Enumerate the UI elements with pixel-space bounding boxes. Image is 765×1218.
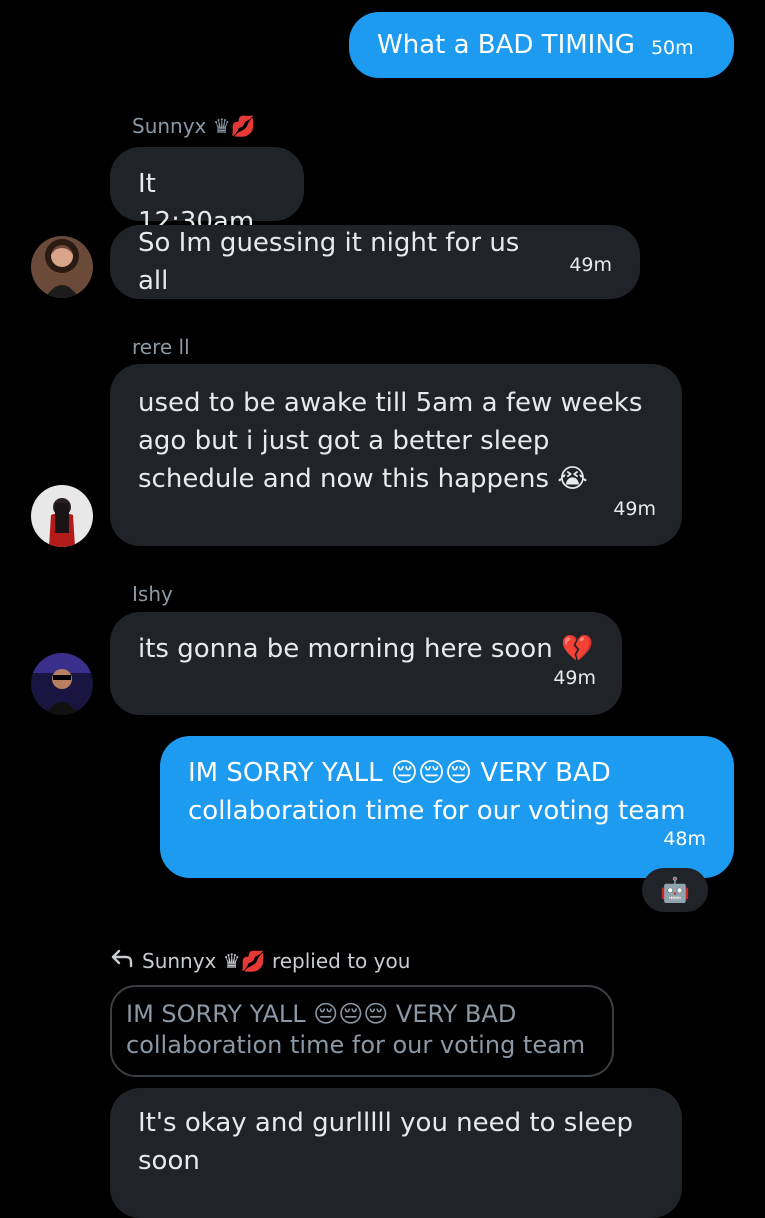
sender-name-rere[interactable]: rere ll <box>132 335 190 359</box>
crying-face-emoji: 😭 <box>557 464 588 494</box>
quote-line: collaboration time for our voting team <box>126 1031 586 1059</box>
message-line: schedule and now this happens <box>138 464 550 494</box>
received-message-guessing[interactable]: So Im guessing it night for us all 49m <box>110 225 640 299</box>
message-text: What a BAD TIMING <box>377 30 635 60</box>
quoted-message[interactable]: IM SORRY YALL 😔😔😔 VERY BAD collaboration… <box>110 985 614 1077</box>
reply-arrow-icon <box>110 948 134 973</box>
received-message-morning[interactable]: its gonna be morning here soon 💔 49m <box>110 612 622 715</box>
reaction-badge[interactable]: 🤖 <box>642 868 708 912</box>
message-line: ago but i just got a better sleep <box>138 426 550 456</box>
sender-name-sunnyx[interactable]: Sunnyx ♛💋 <box>132 114 256 138</box>
message-time: 50m <box>650 37 694 59</box>
reply-header-text: Sunnyx ♛💋 replied to you <box>142 948 411 973</box>
received-message-sleep-schedule[interactable]: used to be awake till 5am a few weeks ag… <box>110 364 682 546</box>
sent-message-bad-timing[interactable]: What a BAD TIMING 50m <box>349 12 734 78</box>
avatar-sunnyx[interactable] <box>31 236 93 298</box>
message-time: 48m <box>663 828 706 850</box>
reply-header: Sunnyx ♛💋 replied to you <box>110 948 410 973</box>
sent-message-sorry[interactable]: IM SORRY YALL 😔😔😔 VERY BAD collaboration… <box>160 736 734 878</box>
message-line: collaboration time for our voting team <box>188 796 686 826</box>
received-message-time[interactable]: It 12;30am <box>110 147 304 237</box>
message-text: its gonna be morning here soon <box>138 634 553 664</box>
robot-reaction-emoji: 🤖 <box>660 876 690 904</box>
avatar-rere[interactable] <box>31 485 93 547</box>
message-line: soon <box>138 1146 200 1176</box>
message-line: IM SORRY YALL 😔😔😔 VERY BAD <box>188 758 611 788</box>
message-time: 49m <box>569 254 612 276</box>
message-line: It's okay and gurlllll you need to sleep <box>138 1108 634 1138</box>
message-text: So Im guessing it night for us all <box>138 228 520 296</box>
message-line: used to be awake till 5am a few weeks <box>138 388 643 418</box>
quote-line: IM SORRY YALL 😔😔😔 VERY BAD <box>126 1000 517 1028</box>
avatar-ishy[interactable] <box>31 653 93 715</box>
message-time: 49m <box>553 667 596 689</box>
message-time: 49m <box>613 498 656 520</box>
received-message-reply[interactable]: It's okay and gurlllll you need to sleep… <box>110 1088 682 1218</box>
sender-name-ishy[interactable]: Ishy <box>132 582 173 606</box>
